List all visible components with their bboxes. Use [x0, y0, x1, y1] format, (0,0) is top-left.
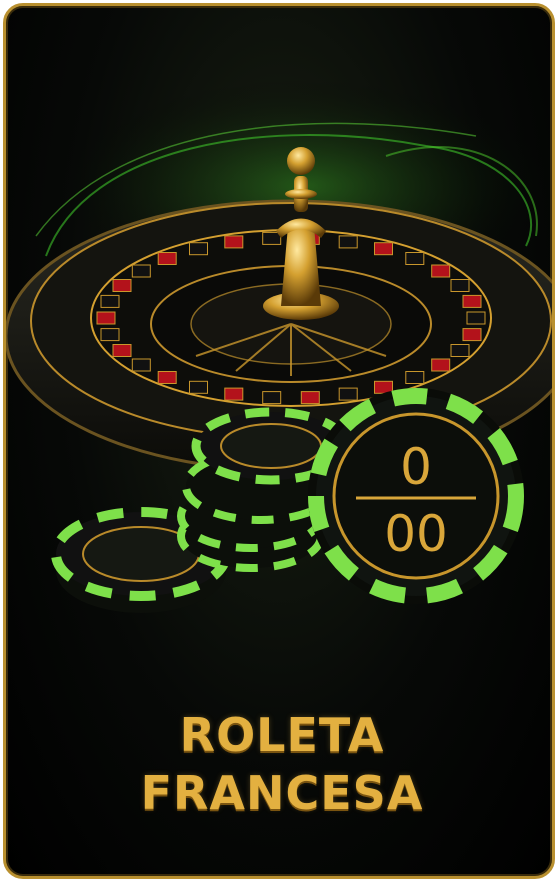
wheel-pocket	[450, 279, 470, 292]
wheel-pocket	[112, 279, 132, 292]
wheel-pocket	[431, 264, 451, 278]
game-card[interactable]: 0 00 ROLETA FRANCESA	[3, 3, 555, 879]
wheel-pocket	[405, 252, 425, 265]
chip-bottom-label: 00	[384, 505, 448, 563]
chip-top-label: 0	[400, 438, 432, 496]
wheel-pocket	[131, 358, 151, 372]
wheel-pocket	[262, 231, 282, 245]
wheel-pocket	[462, 294, 482, 308]
wheel-pocket	[100, 328, 120, 342]
wheel-pocket	[157, 252, 177, 265]
wheel-pocket	[100, 294, 120, 308]
wheel-pocket	[189, 242, 208, 256]
wheel-pocket	[157, 371, 177, 384]
wheel-pocket	[96, 311, 116, 325]
wheel-pocket	[262, 391, 282, 405]
wheel-pocket	[462, 328, 482, 342]
wheel-pocket	[405, 371, 425, 384]
wheel-pocket	[300, 391, 320, 405]
wheel-pocket	[431, 358, 451, 372]
wheel-pocket	[338, 387, 358, 401]
wheel-pocket	[338, 235, 358, 249]
wheel-pocket	[466, 311, 486, 325]
wheel-pocket	[374, 242, 393, 256]
wheel-pocket	[224, 235, 244, 249]
wheel-pocket	[131, 264, 151, 278]
roulette-artwork: 0 00	[6, 76, 552, 613]
wheel-pocket	[224, 387, 244, 401]
game-title-line2: FRANCESA	[140, 766, 424, 820]
wheel-pocket	[112, 344, 132, 357]
game-title-line1: ROLETA	[179, 708, 385, 762]
wheel-pocket	[450, 344, 470, 357]
wheel-pocket	[189, 380, 208, 394]
